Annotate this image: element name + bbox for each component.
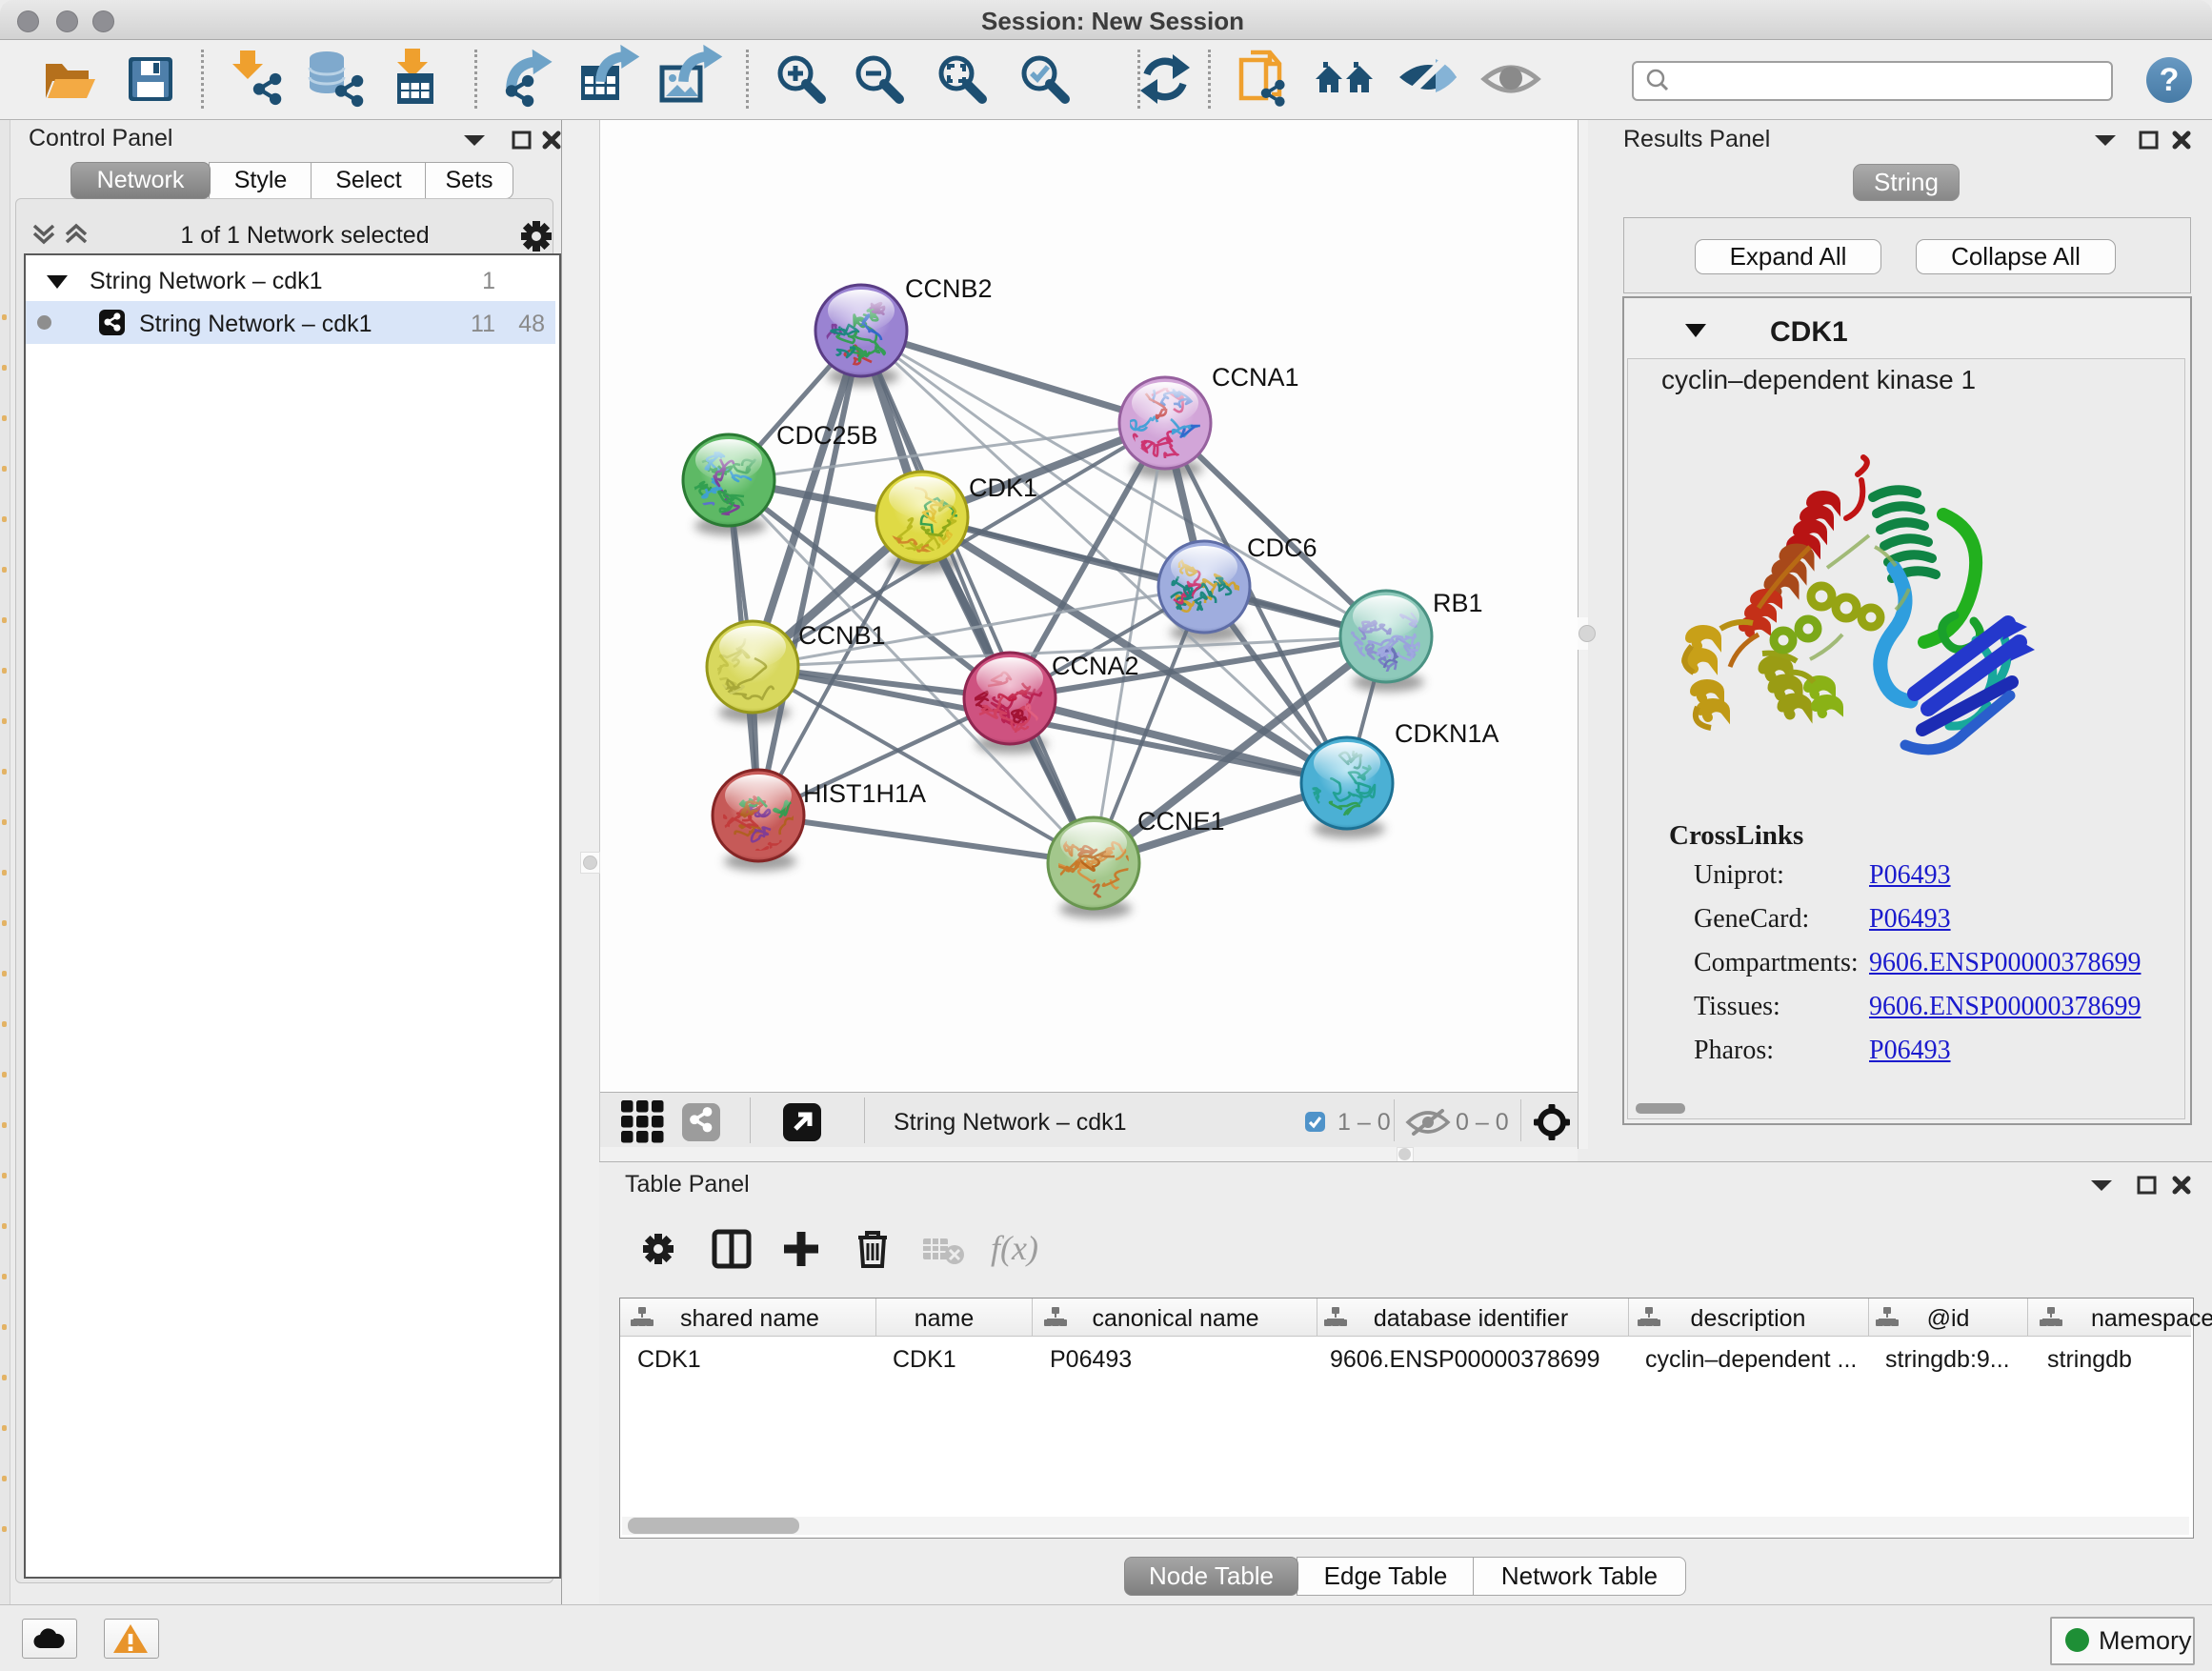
svg-text:CDK1: CDK1 xyxy=(969,473,1037,502)
svg-text:CCNB2: CCNB2 xyxy=(905,274,993,303)
svg-text:CCNA2: CCNA2 xyxy=(1052,652,1139,680)
svg-text:RB1: RB1 xyxy=(1433,589,1483,617)
svg-text:HIST1H1A: HIST1H1A xyxy=(803,779,926,808)
svg-text:CDC6: CDC6 xyxy=(1247,534,1317,562)
svg-text:CCNB1: CCNB1 xyxy=(798,621,886,650)
svg-text:CCNA1: CCNA1 xyxy=(1212,363,1299,392)
svg-text:CCNE1: CCNE1 xyxy=(1137,807,1225,836)
svg-text:CDKN1A: CDKN1A xyxy=(1395,719,1499,748)
svg-text:CDC25B: CDC25B xyxy=(776,421,878,450)
